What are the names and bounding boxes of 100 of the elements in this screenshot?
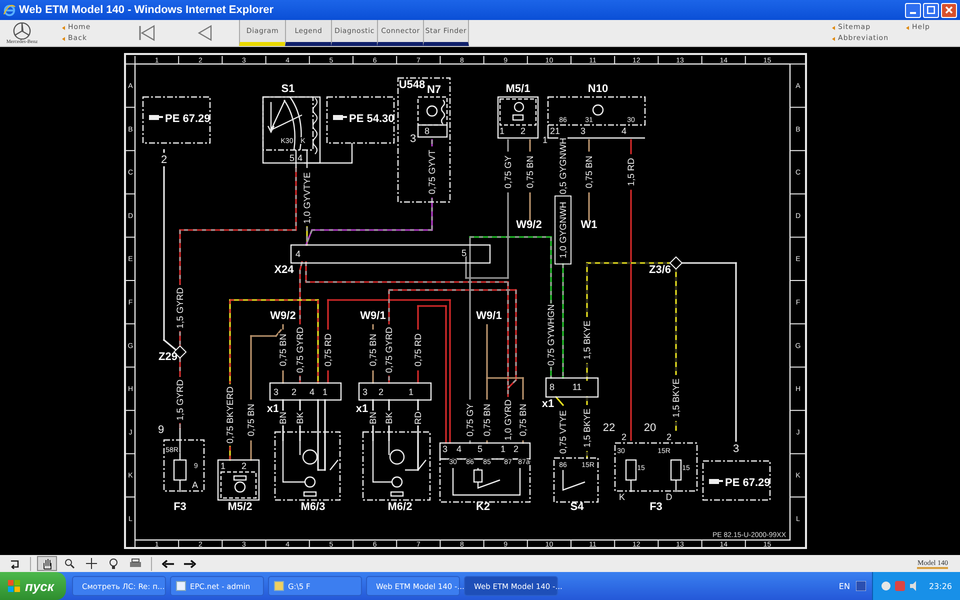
- wire-label: 1,5 BKYE: [582, 320, 592, 360]
- reference-label[interactable]: PE 67.29: [165, 113, 210, 125]
- pin-label: 2: [520, 126, 526, 136]
- window-icon: [274, 581, 284, 591]
- wire-label: 0,75 GY: [465, 403, 475, 437]
- reference-box: [326, 96, 395, 144]
- wire: [372, 425, 374, 441]
- wire-label: 0,75 BN: [278, 334, 288, 366]
- start-button[interactable]: пуск: [0, 572, 66, 600]
- light-bulb-icon: [108, 558, 118, 570]
- connector-label: X24: [274, 264, 294, 276]
- search-icon: [64, 558, 74, 569]
- pin-label: 5: [290, 153, 294, 163]
- wire: [372, 324, 374, 330]
- wire-label: 0,75 VTYE: [558, 410, 568, 454]
- return-icon: [8, 558, 20, 568]
- wire-label: 0,75 GYWHGN: [546, 304, 556, 366]
- pin-label: 20: [644, 422, 656, 434]
- maximize-icon: [927, 6, 935, 14]
- windows-logo-icon: [8, 580, 20, 592]
- wire: [388, 399, 390, 411]
- wire: [507, 139, 509, 152]
- pin-label: 9: [158, 424, 164, 436]
- window-icon: [176, 581, 186, 591]
- arrow-right-icon: [184, 560, 196, 568]
- wire: [586, 451, 588, 459]
- component-label: M5/2: [228, 501, 252, 513]
- help-icon: [856, 581, 866, 591]
- wire: [417, 425, 419, 471]
- connector-label: W9/2: [516, 219, 542, 231]
- pin-label: 2: [160, 154, 168, 166]
- maximize-button[interactable]: [923, 2, 939, 18]
- wire-label: 0,75 BN: [246, 404, 256, 436]
- wire: [675, 421, 677, 431]
- wire-label: BN: [278, 412, 288, 424]
- connector-label: x1: [356, 403, 368, 415]
- wire-label: 0,75 BN: [584, 156, 594, 188]
- wire: [522, 440, 524, 444]
- connector-label: x1: [266, 403, 280, 415]
- wire-label: 0,75 GY: [503, 155, 513, 189]
- component-label: M6/2: [388, 501, 412, 513]
- close-button[interactable]: [941, 2, 957, 18]
- wire: [388, 425, 390, 441]
- wire-label: 0,75 BN: [368, 334, 378, 366]
- bullet-icon: [62, 26, 65, 30]
- component-label: N10: [588, 83, 608, 95]
- pointing-hand-icon: [149, 115, 163, 120]
- star-logo-icon: [13, 22, 31, 40]
- wire: [431, 139, 433, 146]
- reference-box: [702, 460, 771, 501]
- connector-label: W9/1: [360, 310, 386, 322]
- wire-box: [554, 196, 572, 264]
- switch-symbol: [553, 457, 599, 503]
- pin-label: 1: [542, 135, 548, 145]
- pin-label: D: [666, 492, 672, 502]
- arrow-left-icon: [162, 560, 174, 568]
- wire: [299, 425, 301, 441]
- wire: [486, 440, 488, 444]
- pin-label: 1: [220, 461, 226, 471]
- wire: [229, 446, 231, 461]
- component-label: M5/1: [506, 83, 530, 95]
- pin-label: 3: [362, 387, 368, 397]
- hand-tool[interactable]: [37, 556, 57, 571]
- hand-icon: [41, 558, 53, 570]
- reference-label[interactable]: PE 67.29: [725, 477, 770, 489]
- pin-label: 3: [580, 126, 586, 136]
- wire-label: 1,5 BKYE: [671, 378, 681, 418]
- wire-label: BN: [368, 412, 378, 424]
- component-label: F3: [650, 501, 662, 513]
- component-label: S1: [281, 83, 295, 95]
- pin-label: 21: [550, 126, 560, 136]
- minimize-button[interactable]: [905, 2, 921, 18]
- fuse-symbol: [163, 427, 205, 493]
- wire-label: 0,75 BN: [482, 404, 492, 436]
- pin-label: 3: [442, 444, 448, 454]
- wire-label: 1,5 BKYE: [582, 408, 592, 448]
- connector-label: W9/2: [270, 310, 296, 322]
- wire-label: 1,5 RD: [626, 158, 636, 186]
- pin-label: 4: [296, 249, 300, 259]
- connector-block: [545, 377, 599, 398]
- pin-label: 8: [550, 382, 554, 392]
- component-label: S4: [570, 501, 584, 513]
- pin-label: 3: [410, 133, 416, 145]
- wire-label: 0,75 GYRD: [295, 326, 305, 374]
- wire-label: 0,75 RD: [413, 333, 423, 367]
- connector-label: Z29: [158, 351, 178, 363]
- pin-label: 5: [478, 444, 482, 454]
- language-indicator[interactable]: EN: [838, 582, 850, 590]
- component-label: U548: [398, 79, 426, 91]
- connector-label: x1: [542, 398, 554, 410]
- wire: [250, 440, 252, 461]
- reference-label[interactable]: PE 54.30: [349, 113, 394, 125]
- wire: [282, 370, 284, 384]
- wire-label: 0,5 GYGNWH: [558, 138, 568, 194]
- pin-label: 11: [572, 382, 582, 392]
- wire: [299, 376, 301, 384]
- motor-symbol: [274, 431, 341, 501]
- wire: [417, 370, 419, 384]
- wire-label: 0,75 GYRD: [384, 326, 394, 374]
- wire-label: 1,5 GYRD: [175, 288, 185, 328]
